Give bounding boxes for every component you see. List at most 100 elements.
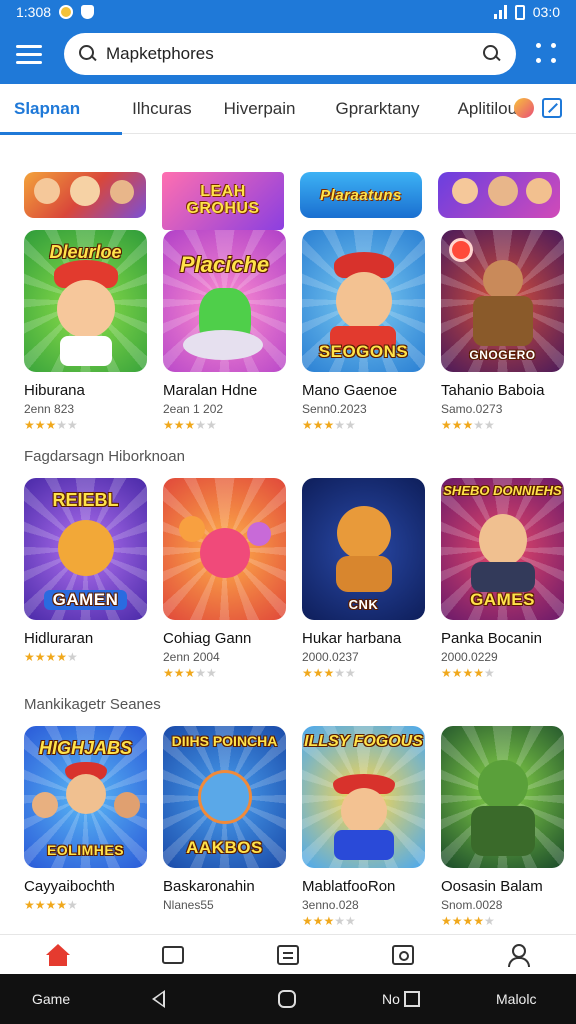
game-subtitle: 2enn 2004 xyxy=(163,650,220,664)
game-title: Baskaronahin xyxy=(163,878,255,895)
game-thumbnail xyxy=(441,726,564,868)
rating-stars: ★★★★★ xyxy=(163,666,217,680)
game-thumbnail: HIGHJABS EOLIMHES xyxy=(24,726,147,868)
game-card[interactable]: ILLSY FOGOUS MablatfooRon 3enno.028 ★★★★… xyxy=(302,726,425,928)
square-icon xyxy=(161,945,184,964)
edit-icon[interactable] xyxy=(542,98,562,118)
game-card[interactable]: Oosasin Balam Snom.0028 ★★★★★ xyxy=(441,726,564,928)
tab-gprarktany[interactable]: Gprarktany xyxy=(335,99,419,119)
banner-4[interactable] xyxy=(438,172,560,218)
game-subtitle: Snom.0028 xyxy=(441,898,503,912)
game-thumbnail: ILLSY FOGOUS xyxy=(302,726,425,868)
game-thumbnail: REIEBL GAMEN xyxy=(24,478,147,620)
game-title: Hidluraran xyxy=(24,630,94,647)
section-heading: Mankikagetr Seanes xyxy=(24,696,161,713)
game-card[interactable]: DIIHS POINCHA AAKBOS Baskaronahin Nlanes… xyxy=(163,726,286,928)
game-thumbnail: Placiche xyxy=(163,230,286,372)
game-card[interactable]: SHEBO DONNIEHS GAMES Panka Bocanin 2000.… xyxy=(441,478,564,680)
nav-games[interactable] xyxy=(153,938,193,972)
game-title: Tahanio Baboia xyxy=(441,382,545,399)
system-nav-bar: Game No Malolc xyxy=(0,974,576,1024)
game-thumbnail: DIIHS POINCHA AAKBOS xyxy=(163,726,286,868)
doc-icon xyxy=(276,944,299,965)
game-subtitle: 2enn 823 xyxy=(24,402,75,416)
game-thumbnail: CNK xyxy=(302,478,425,620)
game-card[interactable]: Cohiag Gann 2enn 2004 ★★★★★ xyxy=(163,478,286,680)
rating-stars: ★★★★★ xyxy=(441,418,495,432)
bottom-nav xyxy=(0,934,576,974)
home-circle-icon xyxy=(278,990,296,1008)
nav-gallery[interactable] xyxy=(383,938,423,972)
battery-icon xyxy=(514,4,525,20)
status-right-text: 03:0 xyxy=(532,4,560,20)
banner-1[interactable] xyxy=(24,172,146,218)
game-title: Hukar harbana xyxy=(302,630,402,647)
game-title: MablatfooRon xyxy=(302,878,396,895)
tab-slapnan[interactable]: Slapnan xyxy=(14,99,80,119)
game-thumbnail: SEOGONS xyxy=(302,230,425,372)
game-row-3: HIGHJABS EOLIMHES Cayyaibochth ★★★★★ DII… xyxy=(24,726,564,928)
game-row-1: Dleurloe Hiburana 2enn 823 ★★★★★ Placich… xyxy=(24,230,564,432)
rating-stars: ★★★★★ xyxy=(302,666,356,680)
game-card[interactable]: REIEBL GAMEN Hidluraran ★★★★★ xyxy=(24,478,147,680)
profile-icon xyxy=(507,943,531,967)
system-recents-button[interactable]: No xyxy=(382,991,420,1007)
banner-3[interactable]: Plaraatuns xyxy=(300,172,422,218)
status-bar: 1:308 03:0 xyxy=(0,0,576,24)
system-right-label[interactable]: Malolc xyxy=(496,991,536,1007)
rating-stars: ★★★★★ xyxy=(24,898,78,912)
banner-2[interactable]: LEAH GROHUS xyxy=(162,172,284,230)
tab-aplitilou[interactable]: Aplitilou xyxy=(458,99,518,119)
search-input[interactable] xyxy=(106,44,482,64)
search-icon xyxy=(78,44,98,64)
system-left-label[interactable]: Game xyxy=(32,991,70,1007)
game-subtitle: 2000.0237 xyxy=(302,650,359,664)
tab-ilhcuras[interactable]: Ilhcuras xyxy=(132,99,192,119)
system-back-button[interactable] xyxy=(152,990,165,1008)
game-card[interactable]: GNOGERO Tahanio Baboia Samo.0273 ★★★★★ xyxy=(441,230,564,432)
app-bar xyxy=(0,24,576,84)
game-card[interactable]: Dleurloe Hiburana 2enn 823 ★★★★★ xyxy=(24,230,147,432)
game-title: Hiburana xyxy=(24,382,85,399)
game-thumbnail: Dleurloe xyxy=(24,230,147,372)
system-home-button[interactable] xyxy=(278,990,296,1008)
game-subtitle: 2000.0229 xyxy=(441,650,498,664)
game-card[interactable]: Placiche Maralan Hdne 2ean 1 202 ★★★★★ xyxy=(163,230,286,432)
nav-list[interactable] xyxy=(268,938,308,972)
nav-home[interactable] xyxy=(38,938,78,972)
gallery-icon xyxy=(392,944,415,965)
rating-stars: ★★★★★ xyxy=(302,418,356,432)
menu-icon[interactable] xyxy=(16,39,46,69)
home-icon xyxy=(45,943,71,966)
tab-hiverpain[interactable]: Hiverpain xyxy=(224,99,296,119)
banner-3-title: Plaraatuns xyxy=(320,186,402,204)
rating-stars: ★★★★★ xyxy=(24,650,78,664)
game-title: Oosasin Balam xyxy=(441,878,543,895)
banner-row: LEAH GROHUS Plaraatuns xyxy=(24,172,560,230)
search-bar[interactable] xyxy=(64,33,516,75)
game-title: Cohiag Gann xyxy=(163,630,252,647)
game-subtitle: 3enno.028 xyxy=(302,898,359,912)
rating-stars: ★★★★★ xyxy=(163,418,217,432)
more-grid-icon[interactable] xyxy=(536,43,558,65)
game-thumbnail: GNOGERO xyxy=(441,230,564,372)
game-card[interactable]: SEOGONS Mano Gaenoe Senn0.2023 ★★★★★ xyxy=(302,230,425,432)
emoji-icon[interactable] xyxy=(514,98,534,118)
rating-stars: ★★★★★ xyxy=(441,666,495,680)
search-submit-icon[interactable] xyxy=(482,44,502,64)
game-title: Cayyaibochth xyxy=(24,878,115,895)
game-row-2: REIEBL GAMEN Hidluraran ★★★★★ Cohiag Gan… xyxy=(24,478,564,680)
game-card[interactable]: CNK Hukar harbana 2000.0237 ★★★★★ xyxy=(302,478,425,680)
nav-profile[interactable] xyxy=(498,938,538,972)
game-card[interactable]: HIGHJABS EOLIMHES Cayyaibochth ★★★★★ xyxy=(24,726,147,928)
recents-icon xyxy=(403,991,420,1007)
rating-stars: ★★★★★ xyxy=(302,914,356,928)
game-subtitle: 2ean 1 202 xyxy=(163,402,224,416)
app-root: 1:308 03:0 Slapnan Ilhcuras Hiverpain Gp… xyxy=(0,0,576,1024)
notification-dot-icon xyxy=(59,5,74,19)
shield-icon xyxy=(81,5,95,19)
signal-icon xyxy=(493,5,507,19)
game-list: LEAH GROHUS Plaraatuns Dleurloe Hiburana… xyxy=(0,134,576,934)
game-subtitle: Senn0.2023 xyxy=(302,402,367,416)
status-time: 1:308 xyxy=(16,4,52,20)
